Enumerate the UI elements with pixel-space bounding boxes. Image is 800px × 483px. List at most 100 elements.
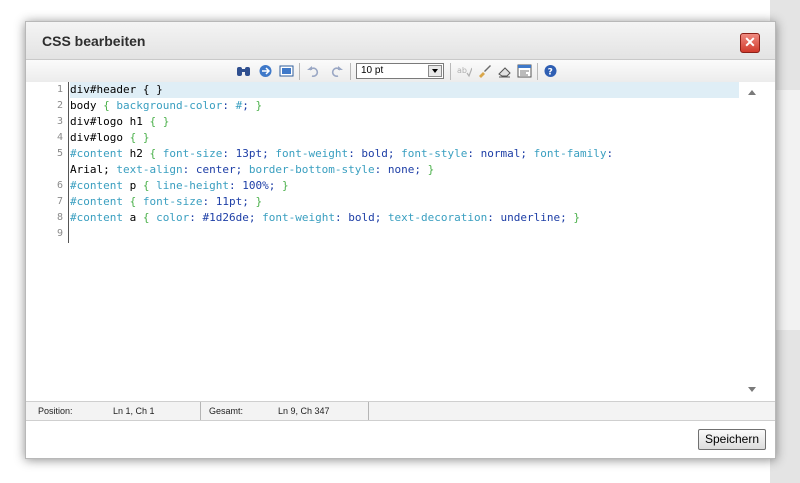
code-token: ; <box>242 99 249 112</box>
line-number: 7 <box>56 196 63 207</box>
code-token: { } <box>129 131 150 144</box>
brush-icon[interactable] <box>476 63 493 79</box>
goto-line-icon[interactable] <box>257 63 274 79</box>
code-line[interactable]: #content a { color: #1d26de; font-weight… <box>70 210 739 226</box>
status-divider <box>200 402 201 420</box>
code-token: #content <box>70 211 123 224</box>
code-token: div#header { } <box>70 83 163 96</box>
code-token: background-color <box>116 99 223 112</box>
syntax-toggle-icon[interactable] <box>516 63 533 79</box>
close-icon: ✕ <box>744 34 756 50</box>
code-token: : <box>222 99 236 112</box>
code-token: : 11pt; <box>202 195 256 208</box>
close-button[interactable]: ✕ <box>740 33 760 53</box>
eraser-icon[interactable] <box>496 63 513 79</box>
code-line[interactable]: Arial; text-align: center; border-bottom… <box>70 162 739 178</box>
code-line[interactable]: body { background-color: #; } <box>70 98 739 114</box>
svg-text:?: ? <box>548 68 553 78</box>
redo-icon[interactable] <box>328 63 345 79</box>
font-size-value: 10 pt <box>361 65 384 76</box>
code-line[interactable]: #content p { line-height: 100%; } <box>70 178 739 194</box>
code-line[interactable] <box>70 226 739 242</box>
total-value: Ln 9, Ch 347 <box>278 406 330 416</box>
code-token: Arial; <box>70 163 117 176</box>
status-divider <box>368 402 369 420</box>
vertical-scrollbar[interactable] <box>745 82 761 401</box>
code-token: text-decoration <box>387 211 488 224</box>
scroll-down-arrow-icon[interactable] <box>748 387 756 392</box>
code-token: #content <box>70 179 123 192</box>
code-token: h2 <box>122 147 150 160</box>
code-token: font-style <box>401 147 468 160</box>
position-label: Position: <box>38 406 73 416</box>
code-token: div#logo <box>70 131 130 144</box>
code-editor[interactable]: 1 2 3 4 5 6 7 8 9 div#header { } body { … <box>26 82 775 401</box>
code-token: #content <box>70 195 123 208</box>
scroll-up-arrow-icon[interactable] <box>748 90 756 95</box>
code-token: { } <box>149 115 170 128</box>
code-token: border-bottom-style <box>248 163 375 176</box>
code-token: text-align <box>116 163 183 176</box>
svg-text:ab: ab <box>457 66 467 75</box>
help-icon[interactable]: ? <box>542 63 559 79</box>
code-token: body <box>70 99 104 112</box>
code-token: font-size <box>142 195 203 208</box>
editor-toolbar: 10 pt ab ? <box>26 60 775 83</box>
code-token: font-weight <box>275 147 349 160</box>
fullscreen-icon[interactable] <box>278 63 295 79</box>
code-token: : normal; <box>467 147 534 160</box>
line-number: 1 <box>56 84 63 95</box>
position-value: Ln 1, Ch 1 <box>113 406 155 416</box>
css-edit-dialog: CSS bearbeiten ✕ 10 pt ab ? 1 2 3 4 5 6 … <box>25 21 776 459</box>
code-token: a <box>122 211 143 224</box>
code-line[interactable]: div#logo { } <box>70 130 739 146</box>
code-token: font-size <box>162 147 223 160</box>
code-token: : none; <box>374 163 428 176</box>
code-token: : bold; <box>334 211 388 224</box>
line-number-gutter: 1 2 3 4 5 6 7 8 9 <box>26 82 69 243</box>
line-number: 9 <box>56 228 63 239</box>
code-line[interactable]: div#logo h1 { } <box>70 114 739 130</box>
code-token: } <box>281 179 289 192</box>
code-token: font-weight <box>262 211 335 224</box>
code-token: : 13pt; <box>222 147 276 160</box>
code-line[interactable]: #content h2 { font-size: 13pt; font-weig… <box>70 146 739 162</box>
code-token: : bold; <box>348 147 402 160</box>
dialog-titlebar: CSS bearbeiten ✕ <box>26 22 775 60</box>
undo-icon[interactable] <box>305 63 322 79</box>
code-token: line-height <box>156 179 229 192</box>
code-token: p <box>122 179 143 192</box>
toolbar-separator <box>537 63 538 80</box>
code-token: { <box>149 147 163 160</box>
code-token: color <box>156 211 190 224</box>
code-area[interactable]: div#header { } body { background-color: … <box>70 82 739 401</box>
chevron-down-icon[interactable] <box>428 65 442 77</box>
total-label: Gesamt: <box>209 406 244 416</box>
code-token: { <box>142 179 157 192</box>
code-token: : center; <box>182 163 249 176</box>
toolbar-separator <box>450 63 451 80</box>
dialog-title: CSS bearbeiten <box>42 33 146 49</box>
save-button[interactable]: Speichern <box>698 429 766 450</box>
font-size-select[interactable]: 10 pt <box>356 63 444 79</box>
code-token: : <box>606 147 614 160</box>
code-token: } <box>573 211 580 224</box>
code-line[interactable]: #content { font-size: 11pt; } <box>70 194 739 210</box>
toolbar-separator <box>299 63 300 80</box>
code-token: div#logo h1 <box>70 115 150 128</box>
toolbar-separator <box>350 63 351 80</box>
line-number: 5 <box>56 148 63 159</box>
status-bar: Position: Ln 1, Ch 1 Gesamt: Ln 9, Ch 34… <box>26 401 775 421</box>
code-line[interactable]: div#header { } <box>70 82 739 98</box>
code-token: { <box>122 195 143 208</box>
line-number: 4 <box>56 132 63 143</box>
code-token: #content <box>70 147 123 160</box>
code-token: : underline; <box>487 211 574 224</box>
spellcheck-icon[interactable]: ab <box>456 63 473 79</box>
line-number: 6 <box>56 180 63 191</box>
code-token: { <box>142 211 157 224</box>
code-token: { <box>103 99 117 112</box>
binoculars-icon[interactable] <box>235 63 252 79</box>
line-number: 8 <box>56 212 63 223</box>
line-number: 3 <box>56 116 63 127</box>
